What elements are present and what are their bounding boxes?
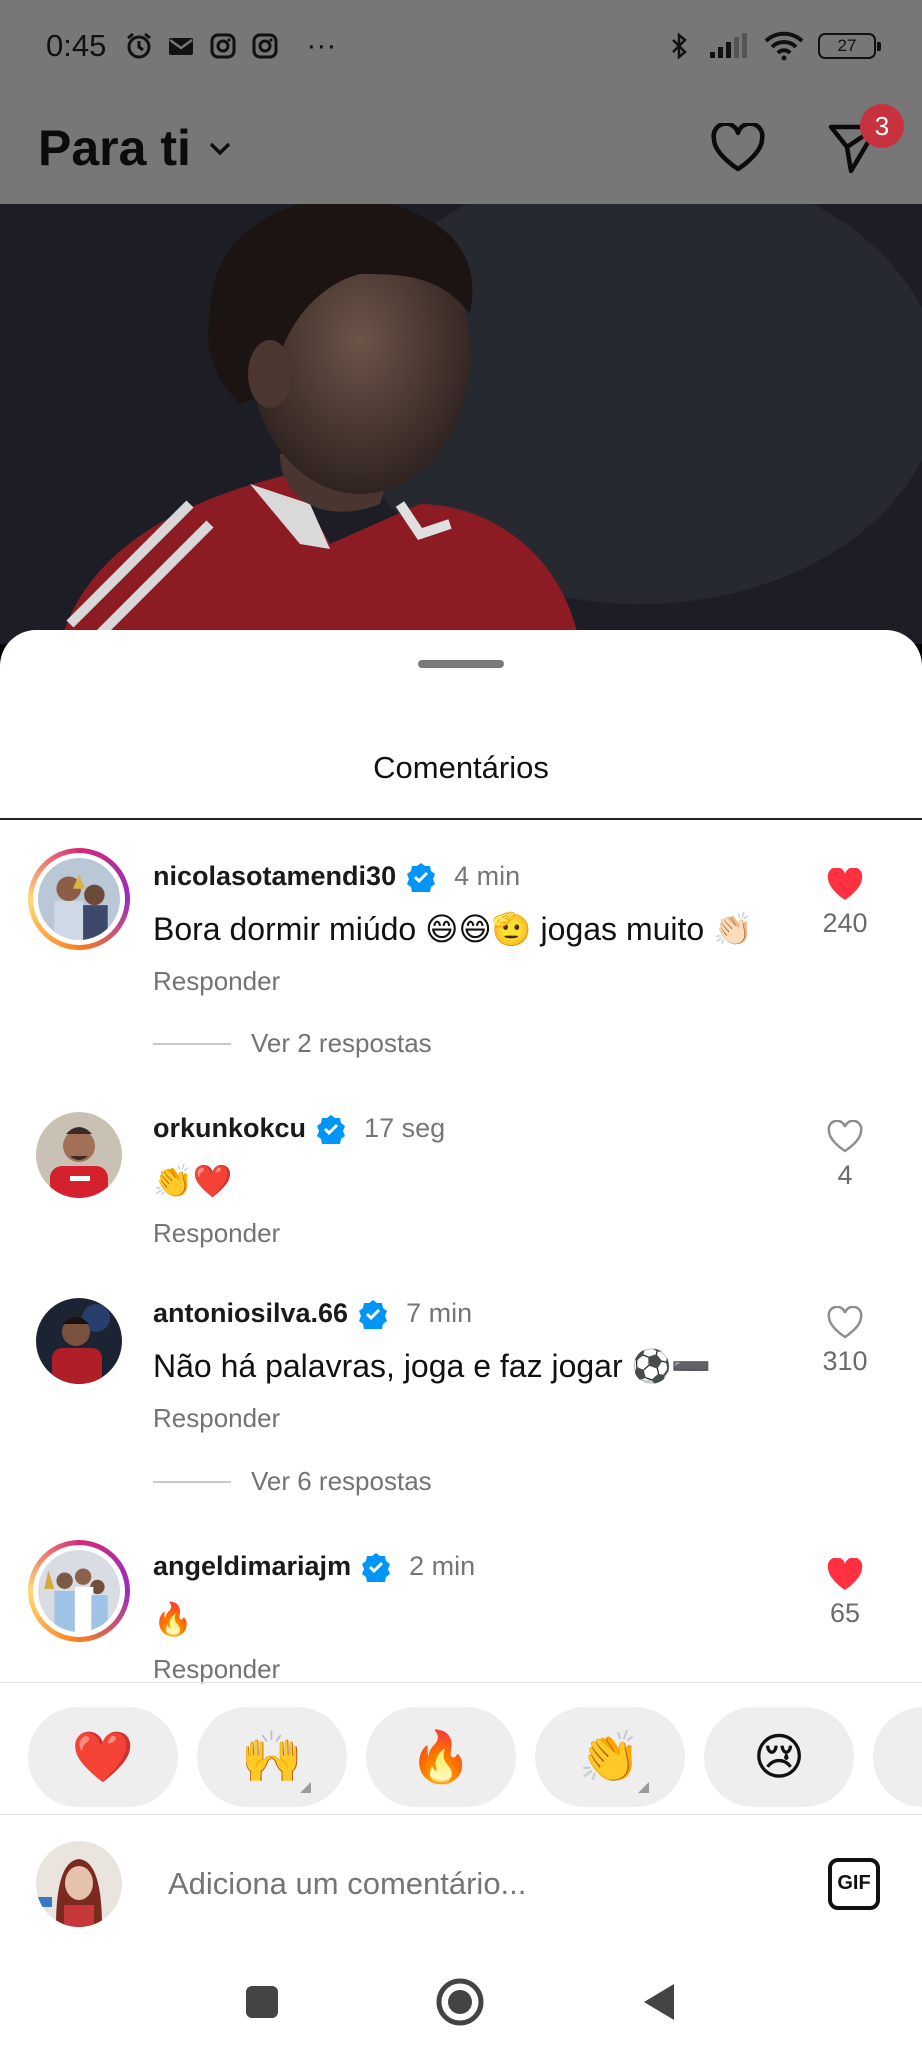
sheet-drag-handle[interactable] [418, 660, 504, 668]
app-header: Para ti 3 [0, 92, 922, 204]
like-count: 4 [837, 1160, 853, 1190]
divider [153, 1480, 231, 1483]
avatar [36, 1840, 122, 1927]
verified-badge-icon [359, 1299, 388, 1329]
player-photo [0, 204, 922, 644]
skin-tone-indicator [638, 1782, 649, 1793]
verified-badge-icon [407, 862, 436, 892]
back-button[interactable] [628, 1972, 688, 2032]
comment-username[interactable]: angeldimariajm [153, 1551, 351, 1582]
like-count: 65 [829, 1598, 861, 1628]
avatar[interactable] [36, 1112, 122, 1198]
comment-time: 2 min [409, 1551, 476, 1581]
heart-filled-icon [827, 1558, 863, 1590]
dm-count-badge: 3 [860, 104, 904, 148]
recents-button[interactable] [232, 1972, 292, 2032]
comment-username[interactable]: antoniosilva.66 [153, 1298, 348, 1329]
reply-button[interactable]: Responder [153, 1218, 280, 1249]
heart-outline-icon [827, 1120, 863, 1153]
comment-time: 17 seg [364, 1113, 446, 1143]
reaction-crying-button[interactable]: 😢 [704, 1707, 854, 1807]
status-time: 0:45 [46, 28, 107, 63]
like-count: 310 [822, 1346, 868, 1376]
circle-icon [436, 1978, 484, 2026]
divider [153, 1042, 231, 1045]
signal-icon [710, 33, 747, 58]
comment-text: 🔥 [153, 1601, 193, 1637]
comments-sheet: Comentários nicolasotamendi30 4 min Bora… [0, 630, 922, 2048]
like-count: 240 [822, 908, 868, 938]
chevron-down-icon[interactable] [207, 135, 233, 161]
verified-badge-icon [317, 1114, 346, 1144]
like-button[interactable]: 310 [810, 1306, 880, 1377]
avatar[interactable] [28, 848, 130, 950]
comment-text: Bora dormir miúdo 😄😄🫡 jogas muito 👏🏻 [153, 911, 753, 947]
view-replies-button[interactable]: Ver 6 respostas [153, 1466, 432, 1497]
system-navigation-bar [0, 1952, 922, 2048]
reply-button[interactable]: Responder [153, 1654, 280, 1685]
reaction-clap-button[interactable]: 👏 [535, 1707, 685, 1807]
status-more-icon: ··· [306, 29, 337, 62]
square-icon [246, 1986, 278, 2018]
reaction-fire-button[interactable]: 🔥 [366, 1707, 516, 1807]
mail-icon [169, 38, 194, 55]
wifi-icon [764, 31, 804, 61]
direct-messages-button[interactable]: 3 [824, 104, 904, 178]
notifications-button[interactable] [708, 118, 768, 178]
gif-button[interactable]: GIF [828, 1857, 880, 1910]
comment-time: 4 min [454, 861, 521, 891]
comment-text: 👏❤️ [153, 1163, 233, 1199]
avatar[interactable] [28, 1540, 130, 1642]
feed-selector-title[interactable]: Para ti [38, 119, 191, 177]
triangle-back-icon [644, 1984, 674, 2020]
instagram-icon [210, 33, 236, 59]
post-image [0, 204, 922, 644]
bluetooth-icon [672, 32, 687, 60]
reaction-heart-button[interactable]: ❤️ [28, 1707, 178, 1807]
heart-filled-icon [827, 868, 863, 900]
reply-button[interactable]: Responder [153, 1403, 280, 1434]
sheet-title: Comentários [373, 750, 549, 785]
like-button[interactable]: 240 [810, 868, 880, 939]
comment-username[interactable]: nicolasotamendi30 [153, 861, 396, 892]
quick-reactions-bar: ❤️ 🙌 🔥 👏 😢 [0, 1682, 922, 1814]
avatar[interactable] [36, 1298, 122, 1384]
heart-outline-icon [827, 1306, 863, 1339]
verified-badge-icon [362, 1552, 391, 1582]
comment-text: Não há palavras, joga e faz jogar ⚽➖ [153, 1348, 712, 1384]
alarm-icon [127, 32, 152, 59]
heart-icon [711, 123, 765, 172]
comment-username[interactable]: orkunkokcu [153, 1113, 306, 1144]
status-bar: 0:45 ··· 27 [0, 0, 922, 92]
skin-tone-indicator [300, 1782, 311, 1793]
like-button[interactable]: 4 [810, 1120, 880, 1191]
reaction-more-button[interactable] [873, 1707, 922, 1807]
instagram-icon [252, 33, 278, 59]
divider [0, 818, 922, 820]
comment-time: 7 min [406, 1298, 473, 1328]
view-replies-button[interactable]: Ver 2 respostas [153, 1028, 432, 1059]
comment-input[interactable] [168, 1865, 768, 1902]
comment-composer: GIF [0, 1814, 922, 1952]
battery-indicator: 27 [818, 33, 881, 59]
home-button[interactable] [430, 1972, 490, 2032]
reply-button[interactable]: Responder [153, 966, 280, 997]
view-replies-label: Ver 6 respostas [251, 1466, 432, 1496]
view-replies-label: Ver 2 respostas [251, 1028, 432, 1058]
reaction-raised-hands-button[interactable]: 🙌 [197, 1707, 347, 1807]
like-button[interactable]: 65 [810, 1558, 880, 1629]
